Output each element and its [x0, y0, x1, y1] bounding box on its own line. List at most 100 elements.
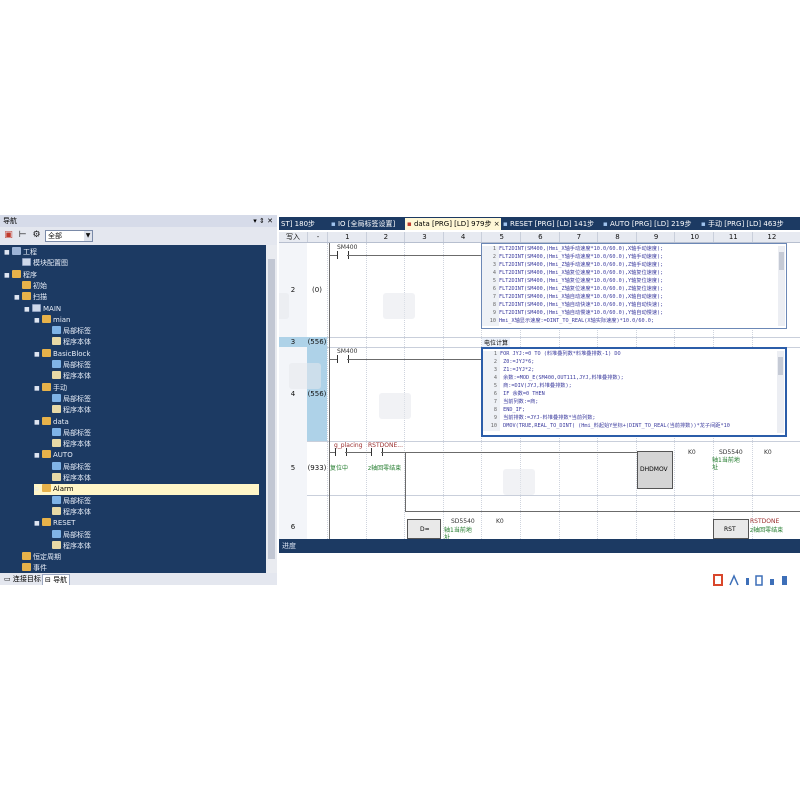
gear-icon[interactable]: ⚙ — [31, 230, 42, 241]
tree-node[interactable]: 程序本体 — [44, 439, 91, 450]
code-line[interactable]: 5 FLT2DINT(SM400,(Hmi_Y轴复位速度*10.0/60.0),Y… — [482, 278, 663, 286]
code-line[interactable]: 4 余数:=MOD_E(SM400,OUT111,JYJ,料堆叠排数); — [483, 375, 624, 383]
tree-node[interactable]: 局部标签 — [44, 461, 91, 473]
code-text: IF 余数=0 THEN — [500, 391, 545, 397]
editor-tab-label: ST] 180步 — [281, 220, 316, 228]
tree-node[interactable]: ⊖ Alarm — [34, 484, 259, 496]
tree-node[interactable]: 局部标签 — [44, 427, 91, 439]
code-line[interactable]: 8 END_IF; — [483, 407, 525, 415]
tree-node[interactable]: 程序本体 — [44, 473, 91, 484]
tree-node-label: 事件 — [33, 564, 47, 573]
nav-title-bar: 导航 ▾ ⇕ ✕ — [0, 215, 277, 227]
tree-node[interactable]: ■ 手动 — [34, 382, 67, 394]
code-line[interactable]: 3 FLT2DINT(SM400,(Hmi_Z轴手动速度*10.0/60.0),Z… — [482, 262, 663, 270]
watermark-image — [379, 393, 411, 419]
code-line[interactable]: 1 FLT2DINT(SM400,(Hmi_X轴手动速度*10.0/60.0),X… — [482, 246, 663, 254]
reset-box[interactable]: RST — [713, 519, 749, 539]
tree-node[interactable]: 程序本体 — [44, 506, 91, 518]
editor-tab[interactable]: ST] 180步 — [279, 218, 329, 230]
editor-tab[interactable]: ▪ 手动 [PRG] [LD] 463步 — [699, 218, 800, 230]
tree-node[interactable]: 程序本体 — [44, 371, 91, 382]
editor-tab[interactable]: ▪ AUTO [PRG] [LD] 219步 — [601, 218, 699, 230]
tree-node[interactable]: ■ MAIN — [24, 303, 61, 315]
code-line[interactable]: 8 FLT2DINT(SM400,(Hmi_Y轴自动快速*10.0/60.0),Y… — [482, 302, 663, 310]
editor-tab[interactable]: ▪ IO [全局标签设置] — [329, 218, 405, 230]
tree-node[interactable]: ■ 工程 — [4, 247, 37, 258]
scroll-thumb[interactable] — [778, 357, 783, 375]
scroll-thumb[interactable] — [268, 259, 275, 559]
code-line[interactable]: 10 DMOV(TRUE,REAL_TO_DINT( (Hmi_料起始Y坐标+(… — [483, 423, 730, 431]
code-line[interactable]: 4 FLT2DINT(SM400,(Hmi_X轴复位速度*10.0/60.0),X… — [482, 270, 663, 278]
code-line[interactable]: 3 Z1:=JYJ*2; — [483, 367, 534, 375]
code-line[interactable]: 9 FLT2DINT(SM400,(Hmi_Y轴自动慢速*10.0/60.0),Y… — [482, 310, 663, 318]
tree-node[interactable]: 程序本体 — [44, 337, 91, 348]
filter-select[interactable]: 全部 ▼ — [45, 230, 93, 242]
scroll-thumb[interactable] — [779, 252, 784, 270]
tree-node[interactable]: ■ RESET — [34, 518, 75, 529]
instruction-box-dhdmov[interactable]: DHDMOV — [637, 451, 673, 489]
block-scrollbar[interactable] — [777, 351, 784, 433]
inline-st-block-active[interactable]: 1 FOR JYJ:=0 TO (料堆叠列数*料堆叠排数-1) DO 2 Z0:=J… — [481, 347, 787, 437]
project-view-icon[interactable]: ▣ — [3, 230, 14, 241]
tree-node[interactable]: 局部标签 — [44, 393, 91, 405]
tree-node[interactable]: 初始 — [14, 280, 47, 292]
code-line[interactable]: 2 Z0:=JYJ*6; — [483, 359, 534, 367]
tree-node[interactable]: ■ data — [34, 416, 69, 428]
ladder-area[interactable]: 2 (0) 3 (556) 4 (556) 5 (933) 6 SM400 SM… — [279, 243, 800, 539]
chevron-down-icon[interactable]: ▼ — [84, 231, 92, 241]
code-line[interactable]: 5 商:=DIV(JYJ,料堆叠排数); — [483, 383, 572, 391]
code-line[interactable]: 7 FLT2DINT(SM400,(Hmi_X轴自动速度*10.0/60.0),X… — [482, 294, 663, 302]
expander-icon[interactable]: ■ — [34, 383, 42, 394]
code-line[interactable]: 9 当前排数:=JYJ-料堆叠排数*当前列数; — [483, 415, 596, 423]
code-line[interactable]: 6 FLT2DINT(SM400,(Hmi_Z轴复位速度*10.0/60.0),Z… — [482, 286, 663, 294]
compare-box[interactable]: D= — [407, 519, 441, 539]
block-scrollbar[interactable] — [778, 246, 785, 326]
code-line[interactable]: 2 FLT2DINT(SM400,(Hmi_Y轴手动速度*10.0/60.0),Y… — [482, 254, 663, 262]
expander-icon[interactable]: ■ — [4, 247, 12, 258]
pane-pin-icon[interactable]: ▾ ⇕ ✕ — [253, 215, 273, 227]
inline-st-block[interactable]: 1 FLT2DINT(SM400,(Hmi_X轴手动速度*10.0/60.0),X… — [481, 243, 787, 329]
row-number: 5 — [279, 441, 307, 496]
expander-icon[interactable]: ■ — [34, 315, 42, 326]
expander-icon[interactable]: ■ — [4, 270, 12, 281]
tree-node-label: 程序本体 — [63, 440, 91, 449]
editor-tab[interactable]: ▪ RESET [PRG] [LD] 141步 — [501, 218, 601, 230]
expander-icon[interactable]: ■ — [34, 518, 42, 529]
tree-node[interactable]: 程序本体 — [44, 540, 91, 552]
tab-connection-target[interactable]: ▭ 连接目标 — [2, 574, 43, 584]
expander-icon[interactable]: ■ — [14, 292, 22, 303]
tree-node[interactable]: ■ BasicBlock — [34, 348, 90, 360]
tree-node[interactable]: 程序本体 — [44, 405, 91, 416]
tree-node-label: 程序本体 — [63, 338, 91, 347]
body-icon — [52, 439, 61, 448]
tree-node[interactable]: 局部标签 — [44, 326, 91, 337]
comment: 轴1当前地址 — [444, 527, 472, 539]
code-line[interactable]: 10 Hmi_X轴显示速度:=DINT_TO_REAL(X轴实际速度)*10.0/… — [482, 318, 654, 326]
code-line[interactable]: 1 FOR JYJ:=0 TO (料堆叠列数*料堆叠排数-1) DO — [483, 351, 621, 359]
tree-node[interactable]: ■ AUTO — [34, 450, 73, 461]
tab-navigation[interactable]: ⊟ 导航 — [42, 574, 71, 585]
tree-node[interactable]: 模块配置图 — [14, 258, 68, 269]
editor-tab[interactable]: ▪ data [PRG] [LD] 979步 × — [405, 218, 501, 230]
expander-icon[interactable]: ■ — [24, 304, 32, 315]
tree-node[interactable]: 恒定周期 — [14, 552, 61, 563]
tree-node[interactable]: ■ mian — [34, 314, 71, 326]
expander-icon[interactable]: ■ — [34, 450, 42, 461]
tree-node[interactable]: ■ 程序 — [4, 269, 37, 281]
code-line[interactable]: 7 当前列数:=商; — [483, 399, 538, 407]
expander-icon[interactable]: ⊖ — [34, 484, 42, 495]
tree-node[interactable]: 局部标签 — [44, 529, 91, 541]
tree-node[interactable]: 局部标签 — [44, 495, 91, 507]
collapse-icon[interactable]: ⊢ — [17, 230, 28, 241]
code-line[interactable]: 6 IF 余数=0 THEN — [483, 391, 545, 399]
tree-node[interactable]: ■ 扫描 — [14, 292, 47, 303]
code-text: FLT2DINT(SM400,(Hmi_X轴手动速度*10.0/60.0),X轴… — [499, 246, 664, 252]
expander-icon[interactable]: ■ — [34, 417, 42, 428]
folder-icon — [42, 314, 51, 323]
tree-node[interactable]: 事件 — [14, 563, 47, 573]
nav-scrollbar[interactable] — [266, 245, 277, 573]
tree-node[interactable]: 局部标签 — [44, 360, 91, 371]
expander-icon[interactable]: ■ — [34, 349, 42, 360]
code-text: Z1:=JYJ*2; — [500, 367, 535, 373]
brand-logo-fragment — [713, 574, 787, 586]
